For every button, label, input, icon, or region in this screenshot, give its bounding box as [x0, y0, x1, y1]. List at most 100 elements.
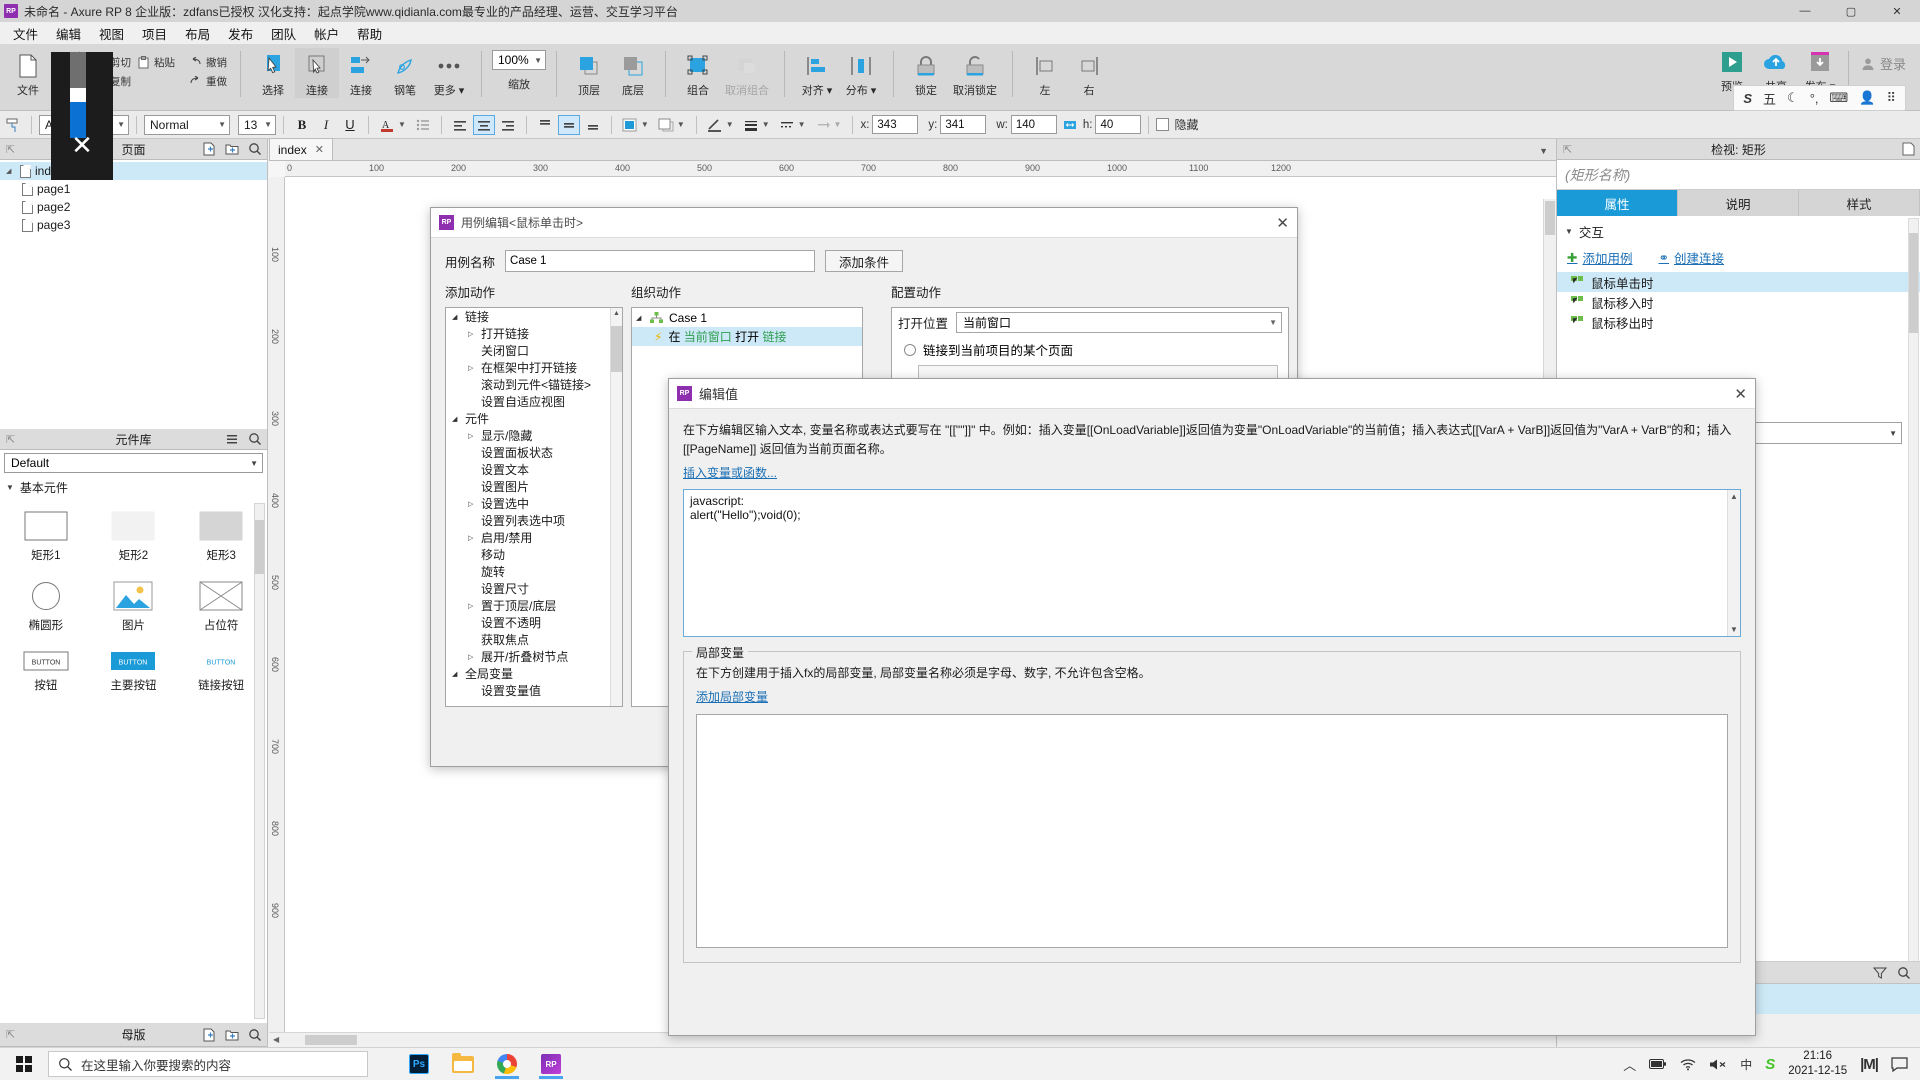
extra-tray-icon[interactable]: |M|: [1860, 1056, 1878, 1073]
tray-chevron-up-icon[interactable]: ︿: [1623, 1055, 1636, 1074]
send-to-back-button[interactable]: 底层: [611, 48, 655, 98]
right-button[interactable]: 右: [1067, 48, 1111, 98]
action-tree-row[interactable]: ◢元件: [446, 410, 622, 427]
text-color-button[interactable]: A: [376, 115, 398, 135]
action-tree-row[interactable]: 移动: [446, 546, 622, 563]
action-tree-row[interactable]: ▷显示/隐藏: [446, 427, 622, 444]
ime-tools-icon[interactable]: ⠿: [1886, 90, 1896, 106]
zoom-select[interactable]: 100% ▼: [492, 50, 546, 70]
open-position-select[interactable]: 当前窗口 ▼: [956, 312, 1282, 333]
expand-arrow-icon[interactable]: ◢: [452, 670, 460, 678]
ime-user-icon[interactable]: 👤: [1859, 90, 1875, 106]
action-tree-box[interactable]: ◢链接▷打开链接关闭窗口▷在框架中打开链接滚动到元件<锚链接>设置自适应视图◢元…: [445, 307, 623, 707]
x-input[interactable]: [872, 115, 918, 134]
taskbar-app-photoshop[interactable]: Ps: [404, 1049, 434, 1079]
organize-root-row[interactable]: ◢ Case 1: [632, 308, 862, 327]
fill-color-split[interactable]: ▼: [619, 115, 653, 135]
connect-button[interactable]: 连接: [339, 48, 383, 98]
search-icon[interactable]: [247, 431, 263, 447]
action-tree-row[interactable]: ▷设置选中: [446, 495, 622, 512]
lock-button[interactable]: 锁定: [904, 48, 948, 98]
line-style-button[interactable]: [776, 115, 798, 135]
action-tree-row[interactable]: ▷打开链接: [446, 325, 622, 342]
menu-view[interactable]: 视图: [90, 21, 133, 46]
search-icon[interactable]: [247, 141, 263, 157]
taskbar-app-axure[interactable]: RP: [536, 1049, 566, 1079]
action-tree-row[interactable]: ▷启用/禁用: [446, 529, 622, 546]
action-tree-row[interactable]: 关闭窗口: [446, 342, 622, 359]
wifi-icon[interactable]: [1680, 1058, 1696, 1071]
line-width-split[interactable]: ▼: [740, 115, 774, 135]
line-color-button[interactable]: [704, 115, 726, 135]
action-tree-row[interactable]: ▷展开/折叠树节点: [446, 648, 622, 665]
valign-top-button[interactable]: [534, 115, 556, 135]
line-color-split[interactable]: ▼: [704, 115, 738, 135]
shadow-button[interactable]: [655, 115, 677, 135]
font-size-select[interactable]: 13 ▼: [238, 115, 276, 135]
widget-rect1[interactable]: 矩形1: [2, 503, 90, 573]
organize-action-row[interactable]: ⚡ 在 当前窗口 打开 链接: [632, 327, 862, 346]
link-to-page-radio[interactable]: [904, 344, 916, 356]
redo-button[interactable]: 重做: [186, 73, 230, 90]
action-tree-row[interactable]: ◢全局变量: [446, 665, 622, 682]
action-tree-row[interactable]: 设置文本: [446, 461, 622, 478]
more-tools-button[interactable]: 更多 ▾: [427, 48, 471, 98]
action-tree-row[interactable]: 设置自适应视图: [446, 393, 622, 410]
interactions-section-header[interactable]: ▼ 交互: [1557, 216, 1920, 245]
file-button[interactable]: 文件: [6, 48, 50, 98]
add-case-link[interactable]: ✚ 添加用例: [1567, 248, 1633, 267]
select-tool-button[interactable]: 选择: [251, 48, 295, 98]
align-button[interactable]: 对齐 ▾: [795, 48, 839, 98]
action-tree-row[interactable]: 设置图片: [446, 478, 622, 495]
scrollbar-thumb[interactable]: [255, 520, 264, 574]
tab-notes[interactable]: 说明: [1678, 190, 1799, 216]
event-onmouseout[interactable]: 鼠标移出时: [1557, 312, 1920, 332]
event-onclick[interactable]: 鼠标单击时: [1557, 272, 1920, 292]
expand-arrow-icon[interactable]: ◢: [636, 314, 644, 322]
pin-icon[interactable]: ⇱: [1563, 143, 1572, 156]
page-item-page2[interactable]: page2: [0, 198, 267, 216]
action-tree-row[interactable]: 设置尺寸: [446, 580, 622, 597]
create-link-link[interactable]: ⚭ 创建连接: [1659, 248, 1725, 267]
valign-middle-button[interactable]: [558, 115, 580, 135]
menu-edit[interactable]: 编辑: [47, 21, 90, 46]
hidden-checkbox-group[interactable]: 隐藏: [1156, 116, 1198, 133]
taskbar-search-input[interactable]: 在这里输入你要搜索的内容: [48, 1051, 368, 1077]
shadow-split[interactable]: ▼: [655, 115, 689, 135]
action-tree-row[interactable]: ▷在框架中打开链接: [446, 359, 622, 376]
expand-arrow-icon[interactable]: ◢: [452, 313, 460, 321]
action-tree-row[interactable]: 设置不透明: [446, 614, 622, 631]
action-tree-row[interactable]: ◢链接: [446, 308, 622, 325]
menu-publish[interactable]: 发布: [219, 21, 262, 46]
undo-button[interactable]: 撤销: [186, 54, 230, 71]
volume-mute-icon[interactable]: [1709, 1058, 1727, 1071]
italic-button[interactable]: I: [315, 115, 337, 135]
action-tree-row[interactable]: 滚动到元件<锚链接>: [446, 376, 622, 393]
menu-layout[interactable]: 布局: [176, 21, 219, 46]
start-button[interactable]: [0, 1048, 48, 1080]
add-page-icon[interactable]: [201, 141, 217, 157]
action-tree-row[interactable]: 设置面板状态: [446, 444, 622, 461]
ime-moon-icon[interactable]: ☾: [1787, 90, 1799, 106]
pin-icon[interactable]: ⇱: [6, 433, 15, 446]
menu-file[interactable]: 文件: [4, 21, 47, 46]
left-button[interactable]: 左: [1023, 48, 1067, 98]
collapse-arrow-icon[interactable]: ▷: [468, 432, 476, 440]
add-master-icon[interactable]: [201, 1027, 217, 1043]
page-item-page3[interactable]: page3: [0, 216, 267, 234]
menu-account[interactable]: 帐户: [305, 21, 348, 46]
taskbar-app-file-explorer[interactable]: [448, 1049, 478, 1079]
bring-to-front-button[interactable]: 顶层: [567, 48, 611, 98]
page-item-index[interactable]: ◢ index: [0, 162, 267, 180]
line-style-split[interactable]: ▼: [776, 115, 810, 135]
scrollbar-thumb[interactable]: [1545, 201, 1555, 235]
scroll-left-arrow-icon[interactable]: ◀: [273, 1035, 279, 1044]
close-button[interactable]: ✕: [1874, 0, 1920, 22]
menu-project[interactable]: 项目: [133, 21, 176, 46]
align-right-button[interactable]: [497, 115, 519, 135]
taskbar-app-chrome[interactable]: [492, 1049, 522, 1079]
maximize-button[interactable]: ▢: [1828, 0, 1874, 22]
collapse-arrow-icon[interactable]: ▷: [468, 602, 476, 610]
collapse-arrow-icon[interactable]: ▷: [468, 653, 476, 661]
hamburger-icon[interactable]: [224, 431, 240, 447]
